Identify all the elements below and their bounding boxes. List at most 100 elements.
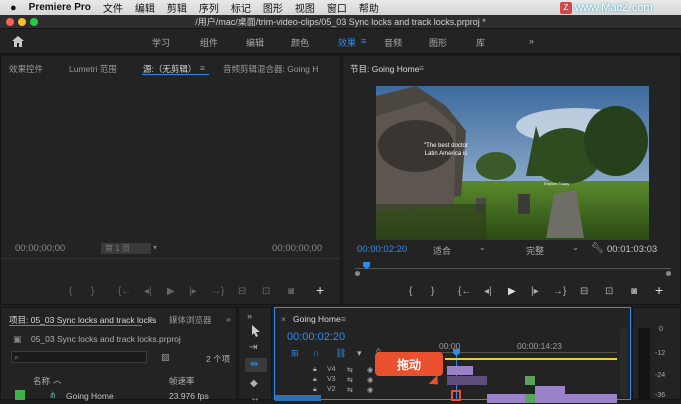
project-menu-icon[interactable]: ≡: [148, 314, 153, 324]
v1-source-patch[interactable]: [275, 395, 321, 401]
tools-overflow-icon[interactable]: »: [247, 311, 252, 321]
work-area-bar[interactable]: [445, 358, 617, 360]
selection-tool-icon[interactable]: [251, 325, 261, 337]
workspace-audio[interactable]: 音频: [384, 36, 402, 49]
sync-lock-icon[interactable]: ⇆: [347, 376, 353, 384]
label-color-swatch[interactable]: [15, 390, 25, 400]
menu-help[interactable]: 帮助: [359, 0, 379, 15]
menu-clip[interactable]: 剪辑: [167, 0, 187, 15]
tab-audio-clip-mixer[interactable]: 音频剪辑混合器: Going H: [223, 63, 318, 75]
time-ruler[interactable]: [437, 352, 617, 353]
program-playhead-timecode[interactable]: 00:00:02:20: [357, 244, 407, 255]
source-timecode-in[interactable]: 00;00;00;00: [15, 243, 65, 254]
menu-edit[interactable]: 编辑: [135, 0, 155, 15]
ripple-edit-tool-active[interactable]: ⇹: [245, 358, 267, 372]
clip-v1-green[interactable]: [525, 394, 535, 403]
lock-icon[interactable]: 🔒︎: [313, 366, 317, 374]
nest-icon[interactable]: ⊞: [291, 348, 299, 358]
step-forward-icon[interactable]: |▸: [531, 287, 539, 297]
workspace-graphics[interactable]: 图形: [429, 36, 447, 49]
close-tab-icon[interactable]: ×: [281, 314, 286, 324]
workspace-effects[interactable]: 效果: [338, 36, 356, 49]
add-marker-icon[interactable]: ▾: [357, 348, 362, 358]
column-name[interactable]: 名称: [33, 375, 50, 387]
razor-tool-icon[interactable]: ◆: [250, 379, 258, 389]
source-scrubber[interactable]: [1, 258, 340, 259]
mark-in-icon[interactable]: {: [69, 287, 72, 297]
mark-in-icon[interactable]: {: [409, 287, 412, 297]
workspace-color[interactable]: 颜色: [291, 36, 309, 49]
mark-out-icon[interactable]: }: [431, 287, 434, 297]
track-select-tool-icon[interactable]: ⇥: [249, 343, 257, 353]
tab-program[interactable]: 节目: Going Home: [350, 63, 419, 75]
tab-menu-icon[interactable]: ≡: [200, 63, 205, 73]
chevron-down-icon[interactable]: ▾: [153, 243, 157, 253]
clip-v3-green[interactable]: [525, 376, 535, 385]
play-icon[interactable]: ▶: [508, 287, 516, 297]
fit-dropdown[interactable]: 适合: [433, 244, 451, 257]
slip-tool-icon[interactable]: ↔: [250, 394, 260, 404]
fit-chevron-down-icon[interactable]: ⌄: [479, 243, 486, 252]
go-to-in-icon[interactable]: {←: [118, 287, 131, 297]
workspace-menu-icon[interactable]: ≡: [361, 36, 366, 46]
program-scrubber[interactable]: [355, 262, 671, 276]
project-overflow-icon[interactable]: »: [226, 314, 231, 324]
step-back-icon[interactable]: ◂|: [144, 287, 152, 297]
workspace-overflow-icon[interactable]: »: [529, 36, 534, 46]
clip-v3[interactable]: [447, 376, 487, 385]
tab-effect-controls[interactable]: 效果控件: [9, 63, 43, 75]
timeline-playhead-timecode[interactable]: 00:00:02:20: [287, 331, 345, 343]
eye-icon[interactable]: ◉: [367, 386, 373, 394]
insert-icon[interactable]: ⊟: [238, 287, 246, 297]
eye-icon[interactable]: ◉: [367, 366, 373, 374]
page-selector[interactable]: 第 1 页: [101, 243, 151, 254]
quality-dropdown[interactable]: 完整: [526, 244, 544, 257]
tab-media-browser[interactable]: 媒体浏览器: [169, 314, 212, 326]
menu-sequence[interactable]: 序列: [199, 0, 219, 15]
sync-lock-icon[interactable]: ⇆: [347, 366, 353, 374]
menu-file[interactable]: 文件: [103, 0, 123, 15]
eye-icon[interactable]: ◉: [367, 376, 373, 384]
mark-out-icon[interactable]: }: [91, 287, 94, 297]
menu-view[interactable]: 视图: [295, 0, 315, 15]
scrubber-end-handle[interactable]: [666, 271, 671, 276]
search-input[interactable]: ⌕: [11, 351, 147, 363]
quality-chevron-down-icon[interactable]: ⌄: [572, 243, 579, 252]
go-to-out-icon[interactable]: →}: [553, 287, 566, 297]
column-fps[interactable]: 帧速率: [169, 375, 195, 387]
clip-v1[interactable]: [487, 394, 617, 403]
tab-timeline-sequence[interactable]: Going Home: [293, 314, 341, 324]
tab-lumetri-scopes[interactable]: Lumetri 范围: [69, 63, 117, 75]
close-window-button[interactable]: [6, 18, 14, 26]
workspace-learn[interactable]: 学习: [152, 36, 170, 49]
go-to-in-icon[interactable]: {←: [458, 287, 471, 297]
timeline-menu-icon[interactable]: ≡: [341, 314, 346, 324]
lock-icon[interactable]: 🔒︎: [313, 376, 317, 384]
program-menu-icon[interactable]: ≡: [419, 63, 424, 73]
workspace-libraries[interactable]: 库: [476, 36, 485, 49]
app-menu[interactable]: Premiere Pro: [29, 2, 91, 13]
overwrite-icon[interactable]: ⊡: [262, 287, 270, 297]
new-bin-icon[interactable]: ▨: [161, 352, 170, 362]
menu-graphics[interactable]: 图形: [263, 0, 283, 15]
lift-icon[interactable]: ⊟: [580, 287, 588, 297]
lock-icon[interactable]: 🔒︎: [313, 386, 317, 394]
sort-ascending-icon[interactable]: ︿: [53, 374, 62, 386]
scrubber-start-handle[interactable]: [355, 271, 360, 276]
extract-icon[interactable]: ⊡: [605, 287, 613, 297]
export-frame-icon[interactable]: ◙: [631, 287, 637, 297]
zoom-window-button[interactable]: [30, 18, 38, 26]
step-back-icon[interactable]: ◂|: [484, 287, 492, 297]
list-item[interactable]: ⋔ Going Home 23.976 fps: [1, 388, 236, 401]
menu-markers[interactable]: 标记: [231, 0, 251, 15]
play-icon[interactable]: ▶: [167, 287, 175, 297]
clip-v4[interactable]: [447, 366, 473, 375]
linked-selection-icon[interactable]: ⛓︎: [335, 348, 346, 358]
menu-window[interactable]: 窗口: [327, 0, 347, 15]
home-icon[interactable]: [12, 36, 24, 47]
sync-lock-icon[interactable]: ⇆: [347, 386, 353, 394]
step-forward-icon[interactable]: |▸: [189, 287, 197, 297]
wrench-icon[interactable]: 🔧︎: [591, 244, 604, 254]
add-button-icon[interactable]: +: [316, 283, 324, 297]
snap-icon[interactable]: ∩: [313, 348, 319, 358]
